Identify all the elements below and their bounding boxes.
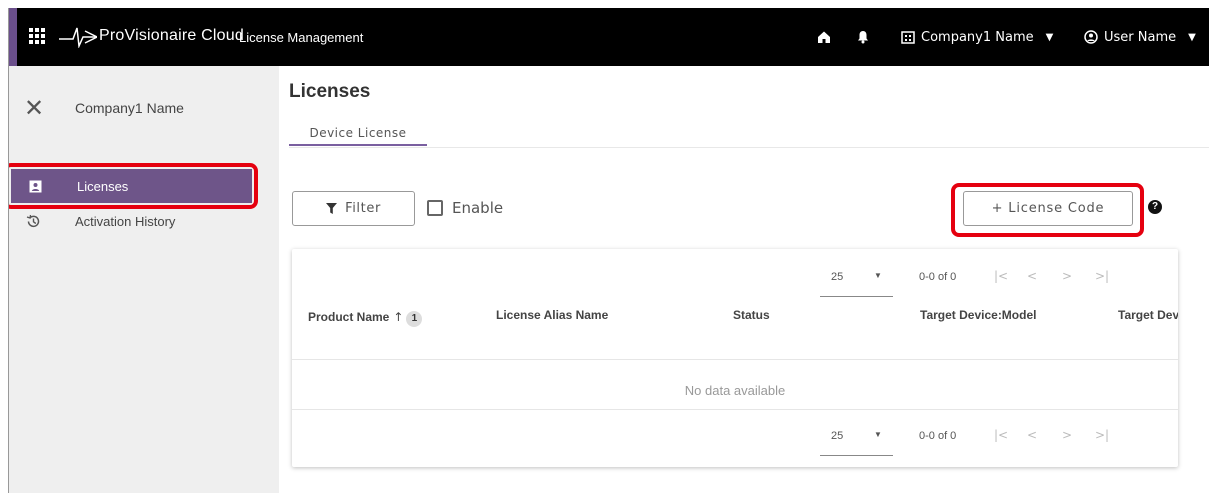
filter-button[interactable]: Filter — [292, 191, 415, 226]
column-header-license-alias-name[interactable]: License Alias Name — [496, 308, 608, 322]
previous-page-icon[interactable]: < — [1027, 428, 1037, 442]
chevron-down-icon: ▼ — [1188, 31, 1196, 43]
chevron-down-icon: ▼ — [1045, 31, 1054, 43]
tab-device-license[interactable]: Device License — [289, 124, 427, 146]
sort-ascending-icon: ↑ — [393, 310, 404, 324]
rows-per-page-value: 25 — [831, 271, 844, 283]
next-page-icon[interactable]: > — [1062, 269, 1072, 283]
rows-per-page-select[interactable]: 25 ▼ — [820, 426, 893, 456]
page-range: 0-0 of 0 — [919, 430, 957, 442]
company-menu-label: Company1 Name — [921, 29, 1034, 45]
home-icon[interactable] — [817, 8, 831, 66]
last-page-icon[interactable]: >| — [1095, 428, 1109, 442]
app-window: ProVisionaire Cloud License Management C… — [8, 8, 1209, 493]
user-icon — [1084, 30, 1098, 44]
column-header-label: Product Name — [308, 310, 390, 324]
user-menu-label: User Name — [1104, 29, 1177, 45]
tab-divider — [289, 147, 1209, 148]
top-bar: ProVisionaire Cloud License Management C… — [9, 8, 1209, 66]
close-icon[interactable]: ✕ — [24, 96, 44, 120]
building-icon — [901, 31, 915, 44]
last-page-icon[interactable]: >| — [1095, 269, 1109, 283]
page-title: Licenses — [289, 81, 371, 102]
licenses-table: 25 ▼ 0-0 of 0 |< < > >| Product Name ↑ 1 L… — [292, 249, 1178, 467]
topbar-accent — [9, 8, 17, 66]
enable-checkbox-label: Enable — [452, 199, 504, 217]
history-icon — [25, 213, 41, 229]
license-code-highlight-box — [951, 183, 1144, 237]
sidebar-item-activation-history[interactable]: Activation History — [9, 204, 279, 238]
footer-divider — [292, 409, 1178, 410]
filter-icon — [326, 203, 338, 214]
next-page-icon[interactable]: > — [1062, 428, 1072, 442]
rows-per-page-select[interactable]: 25 ▼ — [820, 267, 893, 297]
rows-per-page-value: 25 — [831, 430, 844, 442]
chevron-down-icon: ▼ — [874, 271, 882, 280]
pagination-bottom: 25 ▼ 0-0 of 0 |< < > >| — [812, 426, 1178, 456]
sidebar-company-name: Company1 Name — [75, 100, 184, 116]
column-header-target-device[interactable]: Target Devic — [1118, 308, 1178, 322]
chevron-down-icon: ▼ — [874, 430, 882, 439]
page-range: 0-0 of 0 — [919, 271, 957, 283]
bell-icon[interactable] — [857, 8, 869, 66]
first-page-icon[interactable]: |< — [994, 428, 1008, 442]
sidebar-item-label: Activation History — [75, 213, 176, 229]
column-header-product-name[interactable]: Product Name ↑ 1 — [308, 310, 423, 327]
sort-order-badge: 1 — [406, 311, 423, 327]
licenses-highlight-box — [9, 163, 258, 209]
app-name: License Management — [239, 30, 364, 45]
pagination-top: 25 ▼ 0-0 of 0 |< < > >| — [812, 267, 1178, 297]
column-header-target-device-model[interactable]: Target Device:Model — [920, 308, 1036, 322]
column-header-status[interactable]: Status — [733, 308, 770, 322]
previous-page-icon[interactable]: < — [1027, 269, 1037, 283]
brand-logo-icon — [59, 27, 97, 48]
first-page-icon[interactable]: |< — [994, 269, 1008, 283]
filter-button-label: Filter — [345, 201, 381, 216]
company-menu[interactable]: Company1 Name ▼ — [901, 8, 1053, 66]
header-divider — [292, 359, 1178, 360]
enable-checkbox[interactable] — [427, 200, 443, 216]
empty-state-text: No data available — [684, 383, 786, 398]
brand-name: ProVisionaire Cloud — [99, 27, 244, 44]
apps-grid-icon[interactable] — [29, 28, 45, 44]
help-icon[interactable]: ? — [1148, 200, 1162, 214]
user-menu[interactable]: User Name ▼ — [1084, 8, 1196, 66]
sidebar: ✕ Company1 Name Licenses Activation Hist… — [9, 66, 279, 493]
